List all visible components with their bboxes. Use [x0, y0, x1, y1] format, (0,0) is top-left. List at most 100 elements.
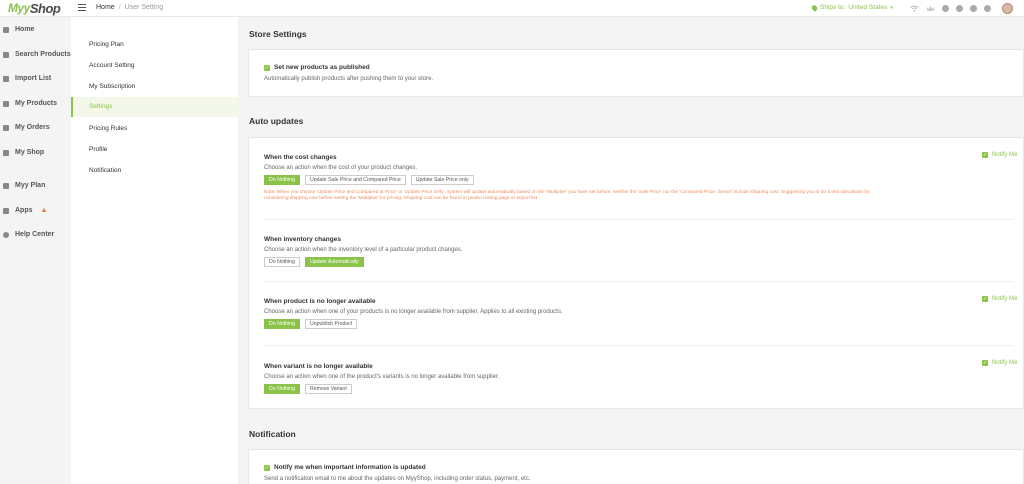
update-sale-and-compared-price-button[interactable]: Update Sale Price and Compared Price [304, 175, 406, 185]
nav-item-label: Myy Plan [15, 182, 46, 189]
inventory-do-nothing-button[interactable]: Do Nothing [264, 257, 300, 267]
nav-item-label: Search Products [15, 51, 71, 58]
unavailable-do-nothing-button[interactable]: Do Nothing [264, 319, 300, 329]
top-icon-group [910, 3, 1013, 14]
ships-to-value: United States [848, 4, 888, 11]
nav-item-import-list[interactable]: Import List [3, 75, 51, 82]
variant-notify-label: Notify Me [992, 360, 1018, 366]
breadcrumb-current: User Setting [124, 4, 164, 11]
auto-updates-title: Auto updates [249, 116, 304, 126]
nav-item-home[interactable]: Home [3, 26, 34, 33]
publish-checkbox-label: Set new products as published [274, 64, 370, 71]
divider [264, 281, 1014, 282]
notify-important-row[interactable]: ✓ Notify me when important information i… [264, 464, 531, 471]
nav-item-label: My Shop [15, 149, 45, 156]
top-bar: Myy Shop Home / User Setting Ships to: Un… [0, 0, 1024, 17]
location-pin-icon [810, 3, 819, 12]
publish-checkbox[interactable]: ✓ [264, 64, 270, 71]
left-navigation: Home Search Products Import List My Prod… [0, 17, 71, 484]
submenu-item-settings[interactable]: Settings [71, 97, 239, 117]
check-circle-icon[interactable] [942, 5, 949, 12]
divider [264, 345, 1014, 346]
variant-unavailable-title: When variant is no longer available [264, 363, 373, 370]
inventory-change-title: When inventory changes [264, 236, 341, 243]
submenu-item-account-setting[interactable]: Account Setting [71, 56, 239, 76]
breadcrumb-home[interactable]: Home [96, 4, 115, 11]
submenu-item-my-subscription[interactable]: My Subscription [71, 77, 239, 97]
crown-icon [3, 182, 9, 189]
nav-item-label: My Orders [15, 124, 50, 131]
nav-item-label: My Products [15, 100, 58, 107]
nav-item-label: Help Center [15, 231, 55, 238]
shop-icon [3, 149, 9, 156]
menu-toggle-icon[interactable] [78, 4, 86, 12]
submenu-item-notification[interactable]: Notification [71, 161, 239, 181]
breadcrumb-separator: / [118, 4, 121, 11]
product-unavailable-title: When product is no longer available [264, 298, 376, 305]
logo[interactable]: Myy Shop [8, 0, 61, 16]
avatar[interactable] [1002, 3, 1013, 14]
store-settings-title: Store Settings [249, 29, 307, 39]
grid-icon [3, 51, 9, 58]
wifi-icon[interactable] [910, 4, 919, 13]
nav-item-apps[interactable]: Apps ▲ [3, 207, 47, 214]
cost-change-description: Choose an action when the cost of your p… [264, 165, 418, 171]
variant-notify-toggle[interactable]: ✓ Notify Me [982, 360, 1017, 366]
notify-important-label: Notify me when important information is … [274, 464, 426, 471]
variant-notify-checkbox[interactable]: ✓ [982, 360, 988, 366]
product-unavailable-description: Choose an action when one of your produc… [264, 309, 563, 315]
crown-icon[interactable] [926, 4, 935, 13]
box-icon [3, 100, 9, 107]
ships-to-selector[interactable]: Ships to: United States ▾ [810, 3, 893, 12]
variant-unavailable-description: Choose an action when one of the product… [264, 374, 500, 380]
update-automatically-button[interactable]: Update Automatically [304, 257, 364, 267]
update-sale-price-only-button[interactable]: Update Sale Price only [410, 175, 474, 185]
variant-unavailable-options: Do Nothing Remove Variant [264, 384, 1014, 394]
notification-card: ✓ Notify me when important information i… [248, 449, 1024, 484]
cost-notify-checkbox[interactable]: ✓ [982, 152, 988, 158]
submenu-item-profile[interactable]: Profile [71, 140, 239, 160]
submenu-item-pricing-plan[interactable]: Pricing Plan [71, 35, 239, 55]
store-settings-card: ✓ Set new products as published Automati… [248, 49, 1024, 97]
nav-item-label: Import List [15, 75, 52, 82]
remove-variant-button[interactable]: Remove Variant [304, 384, 352, 394]
publish-checkbox-row[interactable]: ✓ Set new products as published [264, 64, 433, 71]
cost-change-note: Note: When you choose 'Update Price and … [264, 190, 870, 202]
cost-change-options: Do Nothing Update Sale Price and Compare… [264, 175, 1014, 185]
import-icon [3, 75, 9, 82]
cost-notify-label: Notify Me [992, 152, 1018, 158]
nav-item-my-products[interactable]: My Products [3, 100, 57, 107]
notification-title: Notification [249, 429, 296, 439]
unpublish-product-button[interactable]: Unpublish Product [304, 319, 358, 329]
nav-item-myy-plan[interactable]: Myy Plan [3, 182, 45, 189]
cost-change-block: When the cost changes Choose an action w… [264, 154, 1014, 203]
help-icon [3, 231, 9, 238]
settings-icon[interactable] [970, 5, 977, 12]
ships-to-label: Ships to: [820, 4, 846, 11]
submenu-item-pricing-rules[interactable]: Pricing Rules [71, 119, 239, 139]
cost-notify-toggle[interactable]: ✓ Notify Me [982, 152, 1017, 158]
publish-description: Automatically publish products after pus… [264, 76, 434, 82]
unavailable-notify-toggle[interactable]: ✓ Notify Me [982, 296, 1017, 302]
main-content: Store Settings ✓ Set new products as pub… [240, 17, 1024, 484]
variant-unavailable-block: When variant is no longer available Choo… [264, 363, 1014, 394]
chevron-down-icon: ▾ [890, 4, 893, 11]
nav-item-help-center[interactable]: Help Center [3, 231, 54, 238]
nav-item-my-shop[interactable]: My Shop [3, 149, 44, 156]
cost-do-nothing-button[interactable]: Do Nothing [264, 175, 300, 185]
nav-item-search-products[interactable]: Search Products [3, 51, 71, 58]
inventory-change-description: Choose an action when the inventory leve… [264, 247, 463, 253]
nav-item-label: Home [15, 26, 35, 33]
nav-item-label: Apps [15, 207, 33, 214]
variant-do-nothing-button[interactable]: Do Nothing [264, 384, 300, 394]
logo-part-2: Shop [29, 0, 61, 16]
unavailable-notify-label: Notify Me [992, 296, 1018, 302]
bell-icon[interactable] [956, 5, 963, 12]
unavailable-notify-checkbox[interactable]: ✓ [982, 296, 988, 302]
home-icon [3, 26, 9, 33]
nav-item-my-orders[interactable]: My Orders [3, 124, 50, 131]
globe-icon[interactable] [984, 5, 991, 12]
cost-change-title: When the cost changes [264, 154, 337, 161]
breadcrumb: Home / User Setting [96, 4, 163, 11]
notify-important-checkbox[interactable]: ✓ [264, 464, 270, 471]
